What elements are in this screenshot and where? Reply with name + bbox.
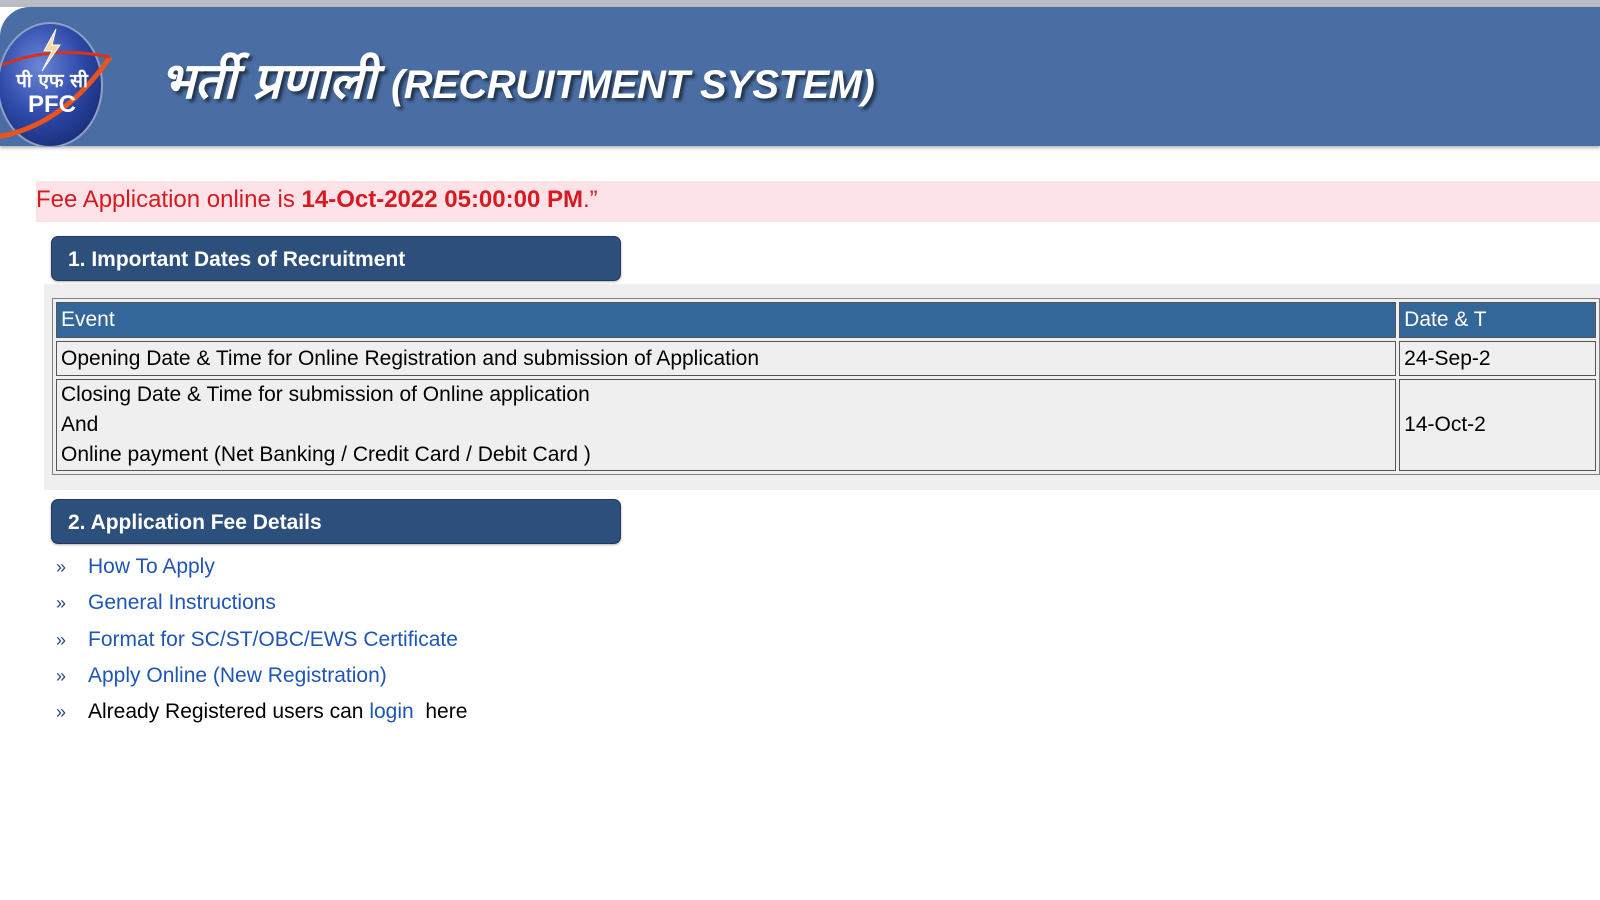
list-item: » How To Apply xyxy=(56,552,467,588)
login-prefix-text: Already Registered users can xyxy=(88,700,370,724)
table-row: Opening Date & Time for Online Registrat… xyxy=(56,341,1596,376)
list-item: » Format for SC/ST/OBC/EWS Certificate xyxy=(56,625,467,661)
list-item: » General Instructions xyxy=(56,588,467,624)
double-chevron-icon: » xyxy=(56,665,67,686)
event-line: Closing Date & Time for submission of On… xyxy=(61,383,590,406)
table-row: Closing Date & Time for submission of On… xyxy=(56,379,1596,471)
title-hindi: भर्ती प्रणाली xyxy=(160,52,376,110)
pfc-logo: पी एफ सी PFC xyxy=(0,22,113,147)
event-line: And xyxy=(61,413,99,436)
how-to-apply-link[interactable]: How To Apply xyxy=(88,555,215,578)
login-link[interactable]: login xyxy=(369,700,413,723)
notice-prefix: Fee Application online is xyxy=(36,186,302,213)
general-instructions-link[interactable]: General Instructions xyxy=(88,591,276,614)
table-header-row: Event Date & T xyxy=(56,302,1596,338)
notice-suffix: .” xyxy=(582,186,598,213)
event-line: Online payment (Net Banking / Credit Car… xyxy=(61,443,591,466)
column-header-event: Event xyxy=(56,302,1397,338)
page-title: भर्ती प्रणाली (RECRUITMENT SYSTEM) xyxy=(160,45,875,113)
important-dates-table: Event Date & T Opening Date & Time for O… xyxy=(52,298,1600,475)
list-item: » Apply Online (New Registration) xyxy=(56,661,467,697)
double-chevron-icon: » xyxy=(56,557,67,577)
notice-deadline: 14-Oct-2022 05:00:00 PM xyxy=(301,186,583,213)
double-chevron-icon: » xyxy=(56,702,67,723)
title-english: (RECRUITMENT SYSTEM) xyxy=(390,63,875,107)
svg-text:पी एफ सी: पी एफ सी xyxy=(15,69,89,92)
browser-top-strip xyxy=(0,0,1600,7)
event-cell: Opening Date & Time for Online Registrat… xyxy=(56,341,1397,376)
login-suffix-text: here xyxy=(413,700,468,724)
date-cell: 24-Sep-2 xyxy=(1399,341,1596,376)
section-important-dates: 1. Important Dates of Recruitment xyxy=(51,236,621,281)
deadline-notice: Fee Application online is 14-Oct-2022 05… xyxy=(36,181,1600,222)
links-list: » How To Apply » General Instructions » For… xyxy=(56,552,467,733)
column-header-date: Date & T xyxy=(1399,302,1596,338)
double-chevron-icon: » xyxy=(56,593,67,614)
event-cell: Closing Date & Time for submission of On… xyxy=(56,379,1397,471)
certificate-format-link[interactable]: Format for SC/ST/OBC/EWS Certificate xyxy=(88,628,458,651)
header-banner: पी एफ सी PFC भर्ती प्रणाली (RECRUITMENT … xyxy=(0,7,1600,147)
double-chevron-icon: » xyxy=(56,629,67,650)
list-item: » Already Registered users can login here xyxy=(56,697,467,733)
date-cell: 14-Oct-2 xyxy=(1399,379,1596,471)
apply-online-link[interactable]: Apply Online (New Registration) xyxy=(88,664,387,687)
section-application-fee: 2. Application Fee Details xyxy=(51,499,621,544)
svg-text:PFC: PFC xyxy=(28,91,76,118)
